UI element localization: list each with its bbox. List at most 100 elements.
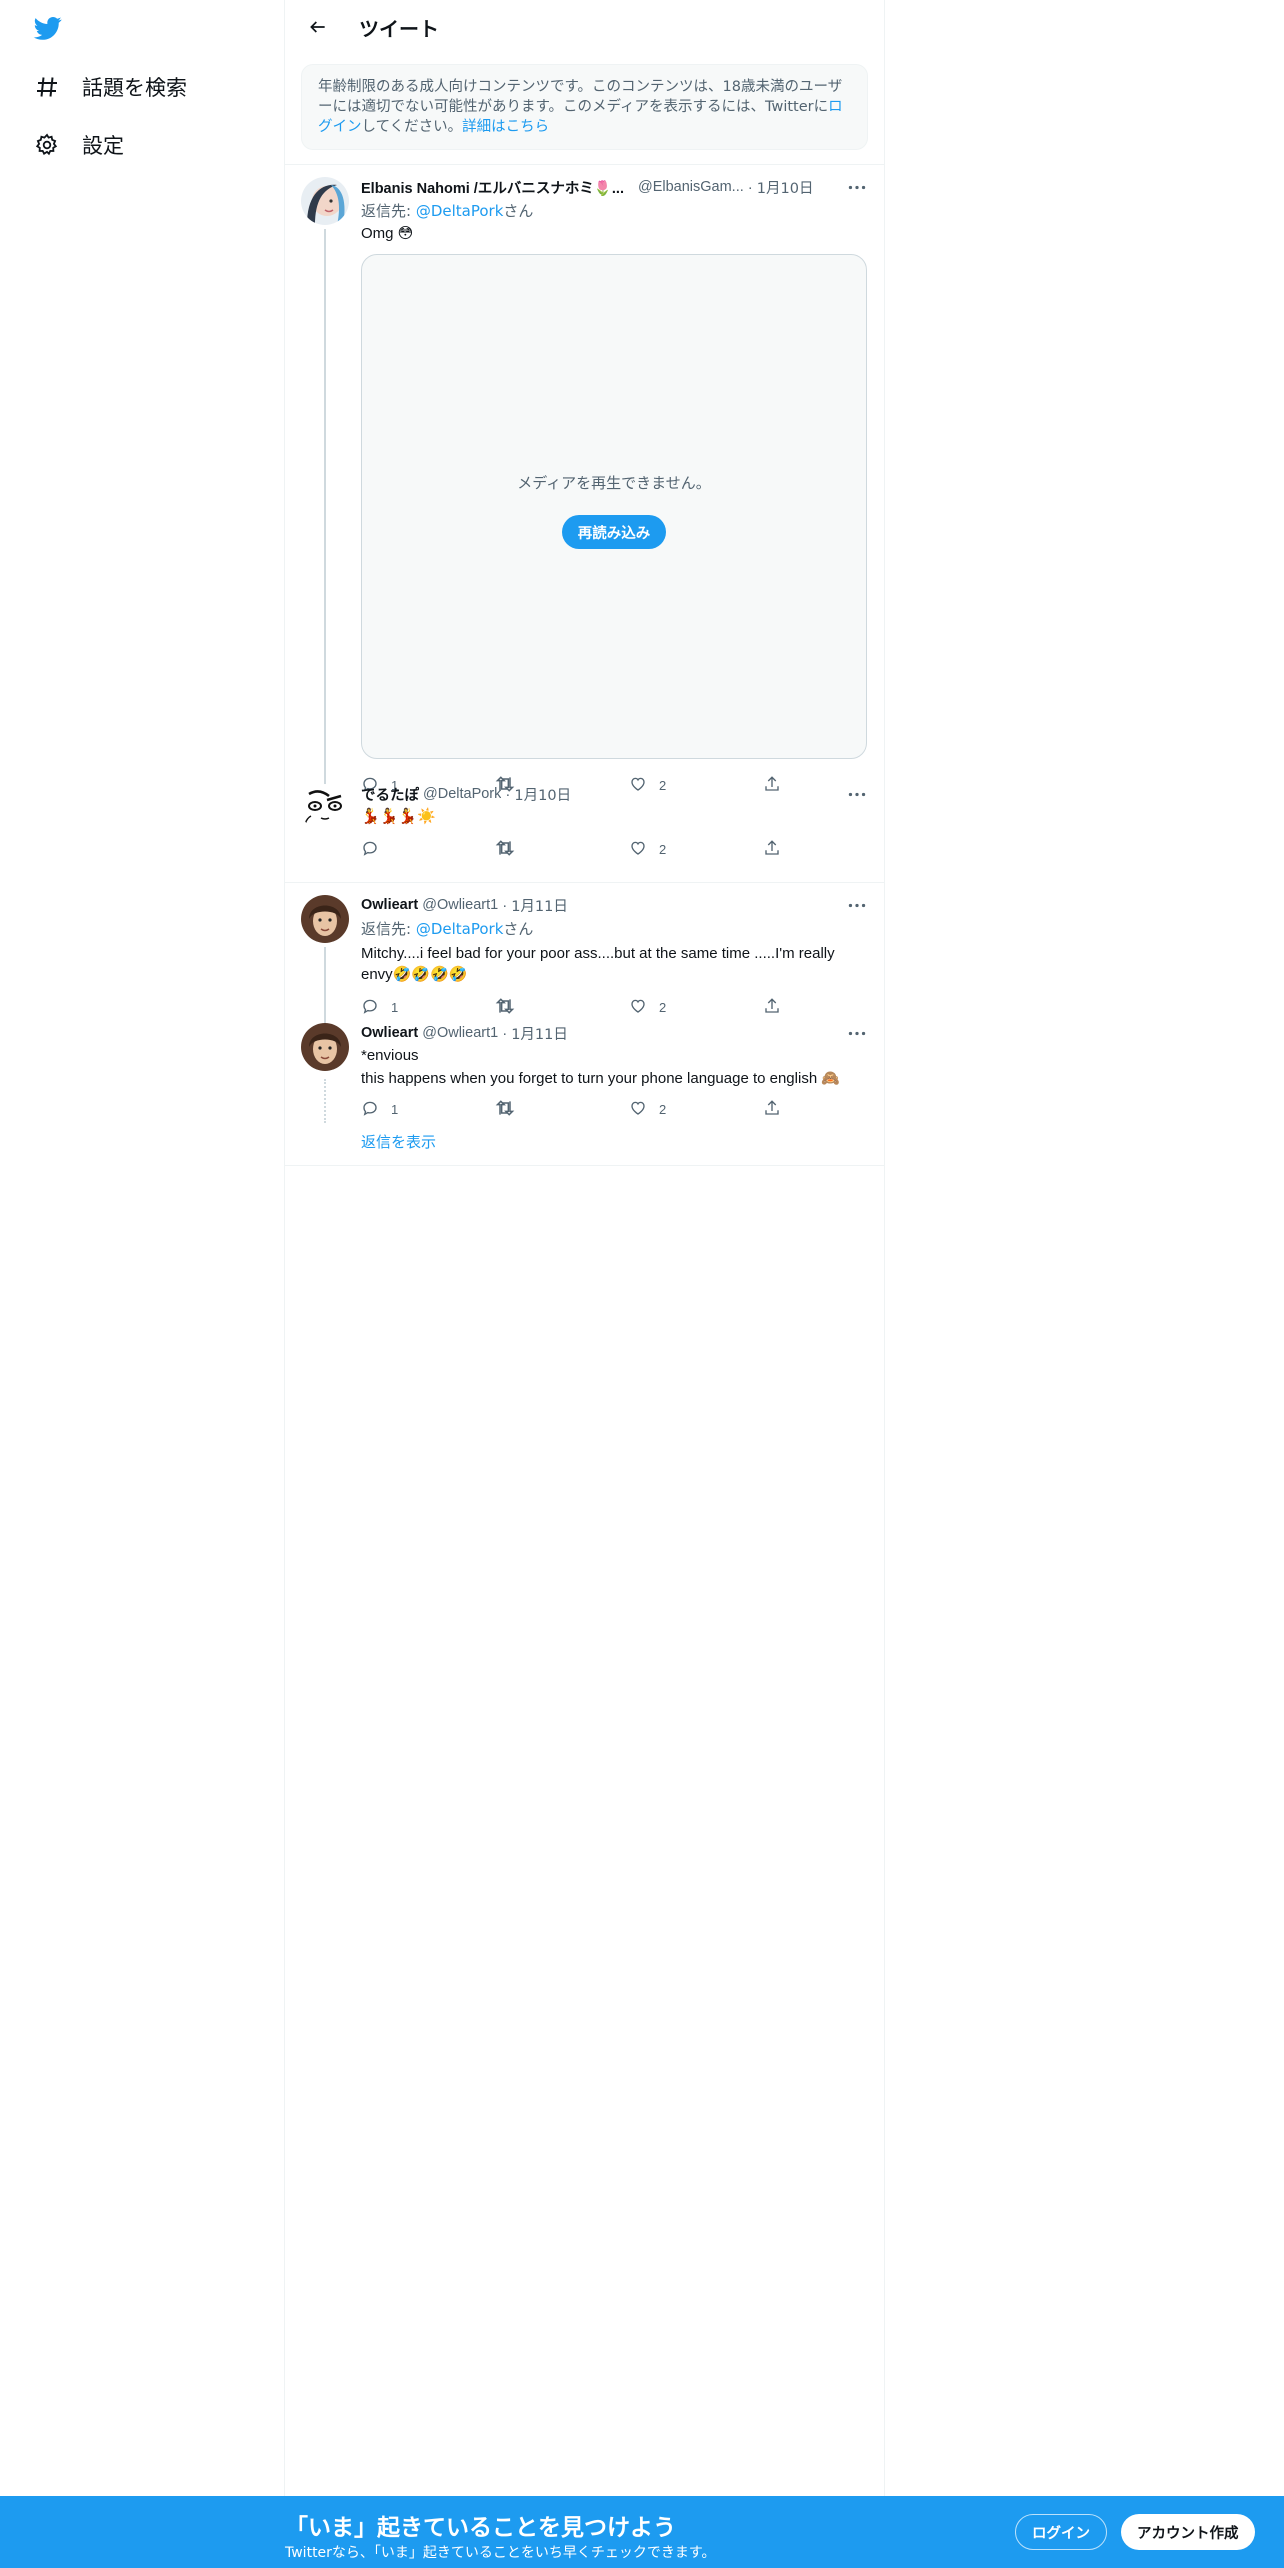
replying-prefix: 返信先: — [361, 202, 416, 220]
tweet-date[interactable]: 1月10日 — [514, 784, 571, 805]
replying-prefix: 返信先: — [361, 920, 416, 938]
separator-dot: · — [502, 896, 508, 914]
sidebar-item-settings[interactable]: 設定 — [34, 125, 124, 165]
like-count: 2 — [659, 841, 667, 857]
like-button[interactable]: 2 — [629, 1099, 763, 1120]
tweet-actions: 1 2 — [361, 991, 868, 1023]
login-button[interactable]: ログイン — [1015, 2514, 1107, 2550]
more-options-icon[interactable] — [846, 177, 868, 197]
media-placeholder: メディアを再生できません。 再読み込み — [361, 254, 867, 759]
tweet-text: *envious — [361, 1047, 419, 1064]
page-header: ツイート — [285, 0, 884, 54]
reload-button[interactable]: 再読み込み — [561, 515, 667, 549]
like-count: 2 — [659, 999, 667, 1015]
reply-icon — [361, 1099, 379, 1120]
more-options-icon[interactable] — [846, 895, 868, 915]
retweet-icon — [495, 996, 515, 1019]
reply-icon — [361, 997, 379, 1018]
notice-text: 年齢制限のある成人向けコンテンツです。このコンテンツは、18歳未満のユーザーには… — [318, 79, 843, 115]
back-arrow-icon[interactable] — [301, 10, 335, 44]
page-title: ツイート — [359, 16, 439, 41]
like-count: 2 — [659, 1101, 667, 1117]
tweet-author-handle[interactable]: @Owlieart1 — [422, 1025, 498, 1041]
share-button[interactable] — [763, 839, 781, 860]
tweet-author-handle[interactable]: @DeltaPork — [423, 786, 501, 802]
tweet-text-line-2: this happens when you forget to turn you… — [361, 1070, 841, 1087]
heart-icon — [629, 997, 647, 1018]
banner-title: 「いま」起きていることを見つけよう — [285, 2515, 676, 2541]
tweet[interactable]: Owlieart @Owlieart1 · 1月11日 *envious thi… — [285, 1023, 884, 1125]
retweet-icon — [495, 838, 515, 861]
tweet-actions: 1 2 — [361, 1093, 868, 1125]
tweet[interactable]: でるたぽ @DeltaPork · 1月10日 💃💃💃☀️ 2 — [285, 784, 884, 864]
learn-more-link[interactable]: 詳細はこちら — [462, 119, 549, 135]
tweet-date[interactable]: 1月11日 — [511, 1023, 568, 1044]
avatar[interactable] — [301, 177, 349, 225]
hashtag-icon — [34, 74, 60, 100]
avatar[interactable] — [301, 895, 349, 943]
like-button[interactable]: 2 — [629, 997, 763, 1018]
sidebar-item-explore[interactable]: 話題を検索 — [34, 67, 187, 107]
tweet-author-handle[interactable]: @Owlieart1 — [422, 897, 498, 913]
retweet-icon — [495, 1098, 515, 1121]
heart-icon — [629, 1099, 647, 1120]
tweet-date[interactable]: 1月11日 — [511, 895, 568, 916]
reply-count: 1 — [391, 1101, 399, 1117]
like-button[interactable]: 2 — [629, 839, 763, 860]
share-button[interactable] — [763, 1099, 781, 1120]
tweet-author-name[interactable]: Elbanis Nahomi /エルバニスナホミ🌷... — [361, 177, 624, 198]
separator-dot: · — [502, 1024, 508, 1042]
separator-dot: · — [747, 178, 753, 196]
banner-subtitle: Twitterなら、「いま」起きていることをいち早くチェックできます。 — [285, 2545, 716, 2561]
replying-suffix: さん — [503, 202, 534, 220]
share-icon — [763, 997, 781, 1018]
replying-to: 返信先: @DeltaPorkさん — [361, 918, 868, 939]
age-restriction-notice: 年齢制限のある成人向けコンテンツです。このコンテンツは、18歳未満のユーザーには… — [301, 64, 868, 150]
sidebar-item-label: 設定 — [82, 134, 124, 158]
show-replies-link[interactable]: 返信を表示 — [361, 1125, 884, 1157]
signup-banner: 「いま」起きていることを見つけよう Twitterなら、「いま」起きていることを… — [0, 2496, 1284, 2568]
media-error-text: メディアを再生できません。 — [517, 474, 711, 492]
share-icon — [763, 1099, 781, 1120]
main-column: ツイート 年齢制限のある成人向けコンテンツです。このコンテンツは、18歳未満のユ… — [285, 0, 885, 2568]
thread-dotted-line — [324, 1079, 326, 1123]
tweet-actions: 2 — [361, 833, 868, 865]
tweet-text: 💃💃💃☀️ — [361, 808, 436, 825]
replying-suffix: さん — [503, 920, 534, 938]
tweet[interactable]: Elbanis Nahomi /エルバニスナホミ🌷... @ElbanisGam… — [285, 165, 884, 808]
tweet-author-name[interactable]: Owlieart — [361, 897, 418, 913]
tweet-text: Mitchy....i feel bad for your poor ass..… — [361, 945, 835, 983]
reply-button[interactable] — [361, 839, 495, 860]
avatar[interactable] — [301, 1023, 349, 1071]
more-options-icon[interactable] — [846, 1023, 868, 1043]
tweet-author-handle[interactable]: @ElbanisGam... — [638, 179, 744, 195]
retweet-button[interactable] — [495, 996, 629, 1019]
tweet-author-name[interactable]: でるたぽ — [361, 784, 419, 805]
replying-to: 返信先: @DeltaPorkさん — [361, 200, 868, 221]
signup-button[interactable]: アカウント作成 — [1121, 2514, 1255, 2550]
separator-dot: · — [505, 785, 511, 803]
more-options-icon[interactable] — [846, 784, 868, 804]
tweet[interactable]: Owlieart @Owlieart1 · 1月11日 返信先: @DeltaP… — [285, 883, 884, 1037]
tweet-text: Omg 😳 — [361, 225, 414, 242]
twitter-bird-icon[interactable] — [32, 14, 64, 42]
heart-icon — [629, 839, 647, 860]
reply-button[interactable]: 1 — [361, 1099, 495, 1120]
divider — [285, 1165, 884, 1166]
reply-button[interactable]: 1 — [361, 997, 495, 1018]
avatar[interactable] — [301, 784, 349, 832]
tweet-date[interactable]: 1月10日 — [757, 177, 814, 198]
reply-icon — [361, 839, 379, 860]
thread-line — [324, 229, 326, 808]
left-sidebar: 話題を検索 設定 — [0, 0, 285, 2568]
gear-icon — [34, 132, 60, 158]
share-button[interactable] — [763, 997, 781, 1018]
mention-link[interactable]: @DeltaPork — [416, 202, 504, 220]
reply-count: 1 — [391, 999, 399, 1015]
tweet-author-name[interactable]: Owlieart — [361, 1025, 418, 1041]
retweet-button[interactable] — [495, 838, 629, 861]
sidebar-item-label: 話題を検索 — [82, 76, 187, 100]
mention-link[interactable]: @DeltaPork — [416, 920, 504, 938]
share-icon — [763, 839, 781, 860]
retweet-button[interactable] — [495, 1098, 629, 1121]
